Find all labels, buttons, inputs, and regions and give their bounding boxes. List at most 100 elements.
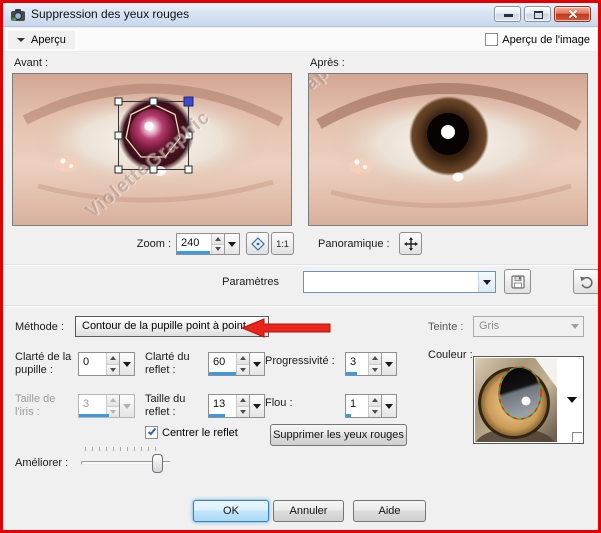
save-preset-button[interactable]: [504, 269, 531, 294]
preview-toggle-label: Aperçu: [31, 34, 66, 46]
presets-label: Paramètres: [183, 271, 279, 293]
move-icon: [404, 237, 418, 251]
rotation-handle[interactable]: [184, 97, 193, 106]
cat-eye-color-sample: [475, 358, 557, 442]
value-bar: [209, 414, 225, 417]
value-bar: [346, 414, 351, 417]
cancel-label: Annuler: [290, 505, 328, 517]
spin-up-button[interactable]: [212, 234, 224, 245]
reset-icon: [579, 274, 595, 290]
navigate-icon: [251, 237, 265, 251]
ok-button[interactable]: OK: [193, 500, 269, 522]
actual-size-button[interactable]: 1:1: [271, 232, 294, 255]
checkbox-box[interactable]: [485, 33, 498, 46]
refine-label: Améliorer :: [15, 457, 68, 470]
spin-up-button[interactable]: [107, 353, 119, 365]
pupil-lightness-label: Clarté de la pupille :: [15, 351, 73, 377]
presets-combobox[interactable]: [303, 271, 496, 293]
spin-down-button[interactable]: [212, 245, 224, 255]
spin-up-button: [107, 395, 119, 407]
combo-dropdown-button[interactable]: [478, 272, 495, 292]
minimize-icon: [504, 14, 513, 17]
camera-icon: [10, 7, 26, 23]
value-bar: [79, 414, 109, 417]
navigate-button[interactable]: [246, 232, 269, 255]
pupil-lightness-spinner[interactable]: 0: [78, 352, 135, 376]
pan-button[interactable]: [399, 232, 422, 255]
help-button[interactable]: Aide: [353, 500, 426, 522]
cancel-button[interactable]: Annuler: [273, 500, 344, 522]
spin-dropdown-button[interactable]: [381, 395, 396, 417]
glint-lightness-spinner[interactable]: 60: [208, 352, 265, 376]
spin-down-button[interactable]: [369, 407, 381, 418]
zoom-spinner[interactable]: 240: [176, 233, 240, 255]
value-bar: [177, 251, 210, 254]
center-glint-label: Centrer le reflet: [162, 427, 238, 439]
swatch-dropdown-icon: [567, 397, 577, 403]
close-button[interactable]: [554, 6, 591, 22]
title-bar[interactable]: Suppression des yeux rouges: [3, 3, 598, 27]
after-preview-panel[interactable]: VioletteGraphic: [308, 73, 588, 226]
remove-red-eye-button[interactable]: Supprimer les yeux rouges: [270, 424, 407, 446]
spin-down-button[interactable]: [107, 365, 119, 376]
spin-up-button[interactable]: [237, 353, 249, 365]
selection-overlay[interactable]: [13, 74, 291, 225]
after-label: Après :: [310, 57, 345, 70]
image-preview-label: Aperçu de l'image: [502, 34, 590, 46]
hue-dropdown: Gris: [473, 316, 584, 337]
method-label: Méthode :: [15, 317, 64, 338]
spin-dropdown-button: [119, 395, 134, 417]
separator: [3, 305, 598, 307]
ok-label: OK: [223, 505, 239, 517]
pan-label: Panoramique :: [318, 234, 390, 255]
minimize-button[interactable]: [494, 6, 521, 22]
spin-dropdown-button[interactable]: [381, 353, 396, 375]
before-preview-panel[interactable]: VioletteGraphic: [12, 73, 292, 226]
spin-dropdown-button[interactable]: [249, 395, 264, 417]
swatch-fold-corner: [572, 432, 582, 442]
method-value: Contour de la pupille point à point: [82, 320, 246, 332]
color-label: Couleur :: [428, 349, 473, 362]
iris-size-label: Taille de l'iris :: [15, 393, 71, 419]
checkbox-box[interactable]: [145, 426, 158, 439]
spin-dropdown-button[interactable]: [224, 234, 239, 254]
spin-down-button[interactable]: [237, 407, 249, 418]
spin-down-button[interactable]: [369, 365, 381, 376]
refine-slider-thumb[interactable]: [152, 454, 163, 473]
actual-size-label: 1:1: [276, 239, 289, 249]
image-preview-checkbox[interactable]: Aperçu de l'image: [485, 33, 590, 46]
dialog-red-frame: Suppression des yeux rouges Aperçu Aperç…: [0, 0, 601, 533]
maximize-button[interactable]: [524, 6, 551, 22]
preview-toggle-button[interactable]: Aperçu: [8, 31, 75, 49]
separator: [3, 264, 598, 266]
spin-dropdown-button[interactable]: [119, 353, 134, 375]
maximize-icon: [534, 11, 543, 19]
after-eye-image: [309, 74, 587, 225]
presets-value[interactable]: [304, 272, 478, 292]
glint-size-label: Taille du reflet :: [145, 393, 201, 419]
window-title: Suppression des yeux rouges: [31, 3, 189, 26]
color-swatch-button[interactable]: [473, 356, 584, 444]
center-glint-checkbox[interactable]: Centrer le reflet: [145, 426, 238, 439]
check-icon: [148, 427, 156, 436]
feather-spinner[interactable]: 3: [345, 352, 397, 376]
blur-spinner[interactable]: 1: [345, 394, 397, 418]
glint-size-spinner[interactable]: 13: [208, 394, 265, 418]
iris-size-spinner: 3: [78, 394, 135, 418]
spin-dropdown-button[interactable]: [249, 353, 264, 375]
spin-up-button[interactable]: [369, 395, 381, 407]
pupil-lightness-value[interactable]: 0: [79, 353, 106, 375]
dropdown-arrow-icon: [567, 317, 583, 336]
remove-red-eye-label: Supprimer les yeux rouges: [273, 429, 404, 441]
reset-button[interactable]: [573, 269, 598, 294]
spin-down-button[interactable]: [237, 365, 249, 376]
preview-toolbar: Aperçu Aperçu de l'image: [3, 28, 598, 52]
value-bar: [346, 372, 357, 375]
red-eye-removal-dialog: Suppression des yeux rouges Aperçu Aperç…: [3, 3, 598, 530]
spin-up-button[interactable]: [369, 353, 381, 365]
glint-lightness-label: Clarté du reflet :: [145, 351, 203, 377]
slider-ticks: [85, 447, 157, 451]
chevron-down-icon: [17, 38, 25, 42]
spin-up-button[interactable]: [237, 395, 249, 407]
annotation-arrow-icon: [240, 318, 332, 338]
